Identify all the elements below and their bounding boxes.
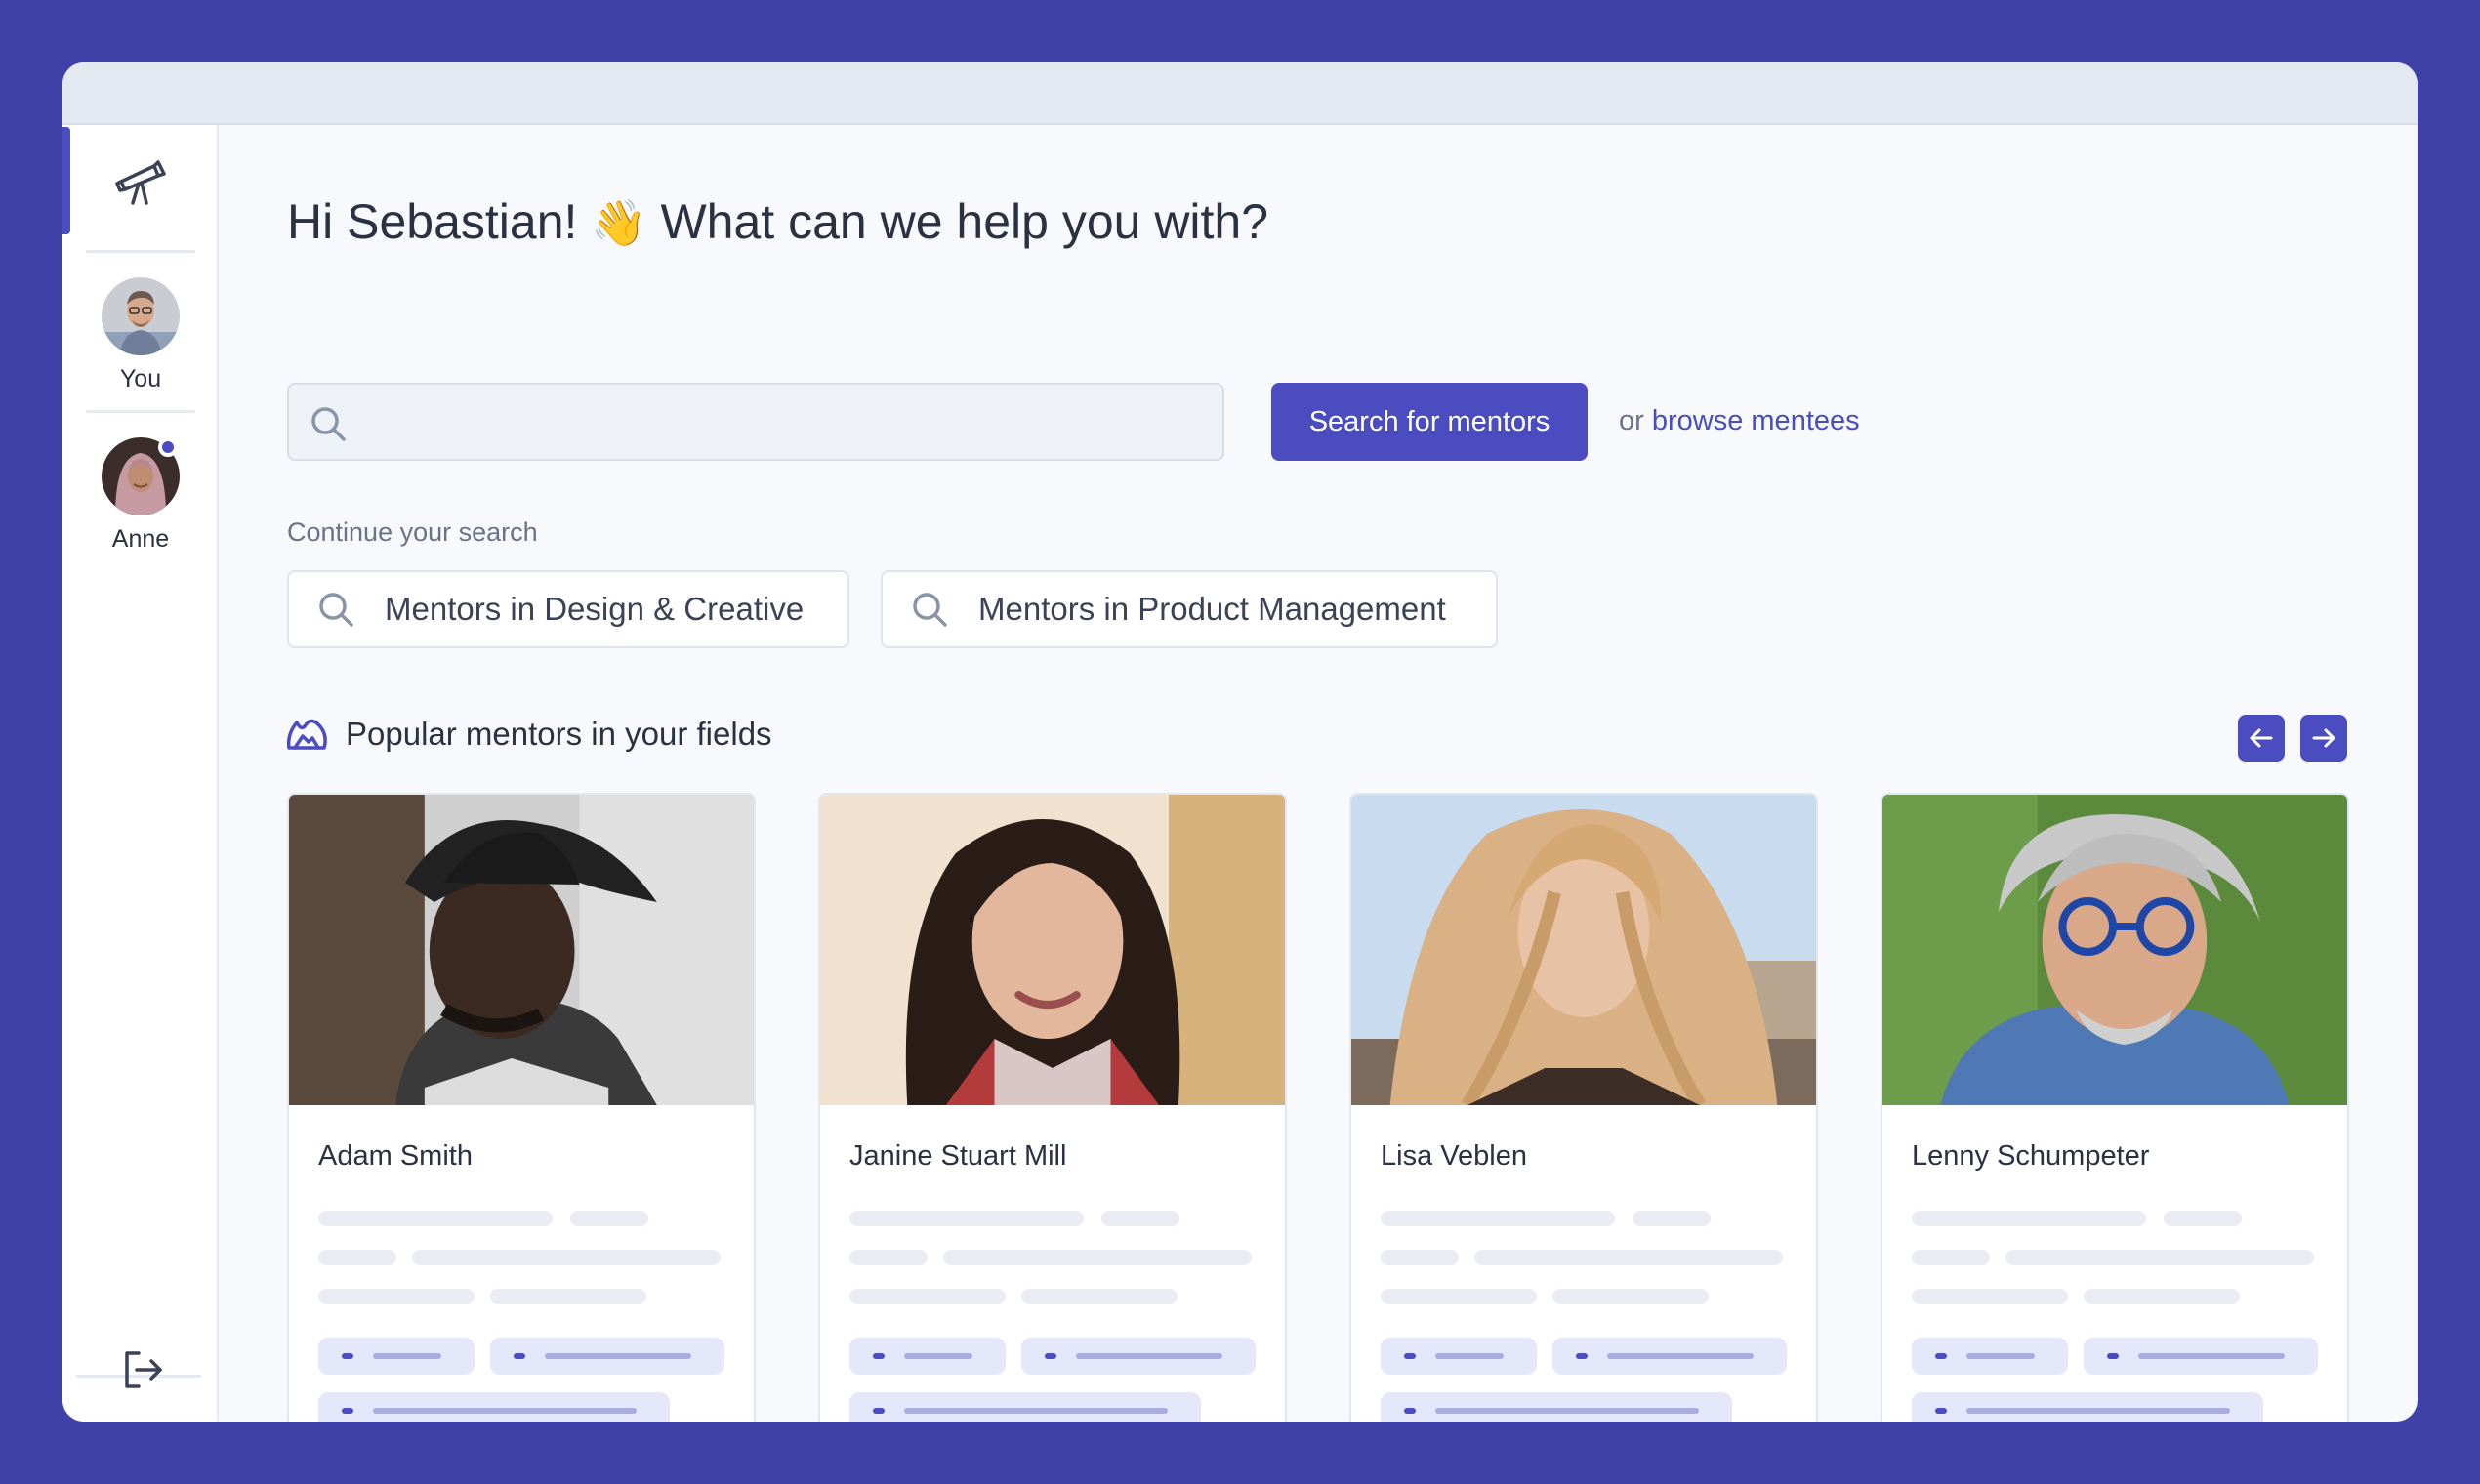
continue-search-label: Continue your search [287,517,538,547]
arrow-right-icon [2312,728,2335,748]
mentor-name: Janine Stuart Mill [849,1140,1067,1172]
sidebar-item-anne[interactable]: Anne [62,437,219,554]
mentor-card[interactable]: Lisa Veblen [1349,793,1818,1422]
mentor-name: Lenny Schumpeter [1912,1140,2150,1172]
search-icon [319,593,353,627]
skeleton-tag [1912,1338,2068,1375]
skeleton-tag [318,1392,670,1422]
skeleton-tag [849,1392,1201,1422]
skeleton-line [2084,1289,2240,1304]
recent-search-chip[interactable]: Mentors in Product Management [881,570,1498,648]
skeleton-line [1912,1250,1990,1265]
section-title-text: Popular mentors in your fields [346,716,772,752]
skeleton-line [1912,1289,2068,1304]
mentor-card[interactable]: Lenny Schumpeter [1881,793,2349,1422]
search-input[interactable] [367,385,1207,459]
main-content: Hi Sebastian! 👋 What can we help you wit… [219,125,2418,1422]
search-icon [913,593,947,627]
logout-icon[interactable] [119,1347,164,1392]
skeleton-line [1552,1289,1709,1304]
skeleton-line [1101,1211,1179,1226]
mentor-photo [289,795,754,1105]
greeting-question: What can we help you with? [660,194,1269,249]
chip-label: Mentors in Product Management [978,591,1446,627]
skeleton-line [318,1250,396,1265]
greeting-text: Hi Sebastian! [287,194,578,249]
skeleton-tag [849,1338,1006,1375]
skeleton-line [1381,1289,1537,1304]
arrow-left-icon [2250,728,2273,748]
skeleton-tag [490,1338,724,1375]
online-status-dot [158,437,178,457]
wave-icon: 👋 [591,197,647,248]
skeleton-line [412,1250,721,1265]
chip-label: Mentors in Design & Creative [385,591,805,627]
skeleton-line [849,1250,928,1265]
skeleton-line [318,1289,475,1304]
skeleton-line [1633,1211,1711,1226]
avatar [102,277,180,355]
skeleton-tag [1912,1392,2263,1422]
skeleton-tag [1381,1338,1537,1375]
sidebar-item-you[interactable]: You [62,277,219,393]
skeleton-line [2164,1211,2242,1226]
skeleton-tag [1552,1338,1787,1375]
skeleton-tag [1021,1338,1256,1375]
previous-button[interactable] [2238,715,2285,762]
mentor-card[interactable]: Janine Stuart Mill [818,793,1287,1422]
skeleton-line [570,1211,648,1226]
skeleton-tag [1381,1392,1732,1422]
recent-search-chip[interactable]: Mentors in Design & Creative [287,570,849,648]
skeleton-line [849,1289,1006,1304]
sidebar-divider [86,250,195,253]
mentor-name: Lisa Veblen [1381,1140,1527,1172]
browse-mentees: or browse mentees [1619,405,1860,437]
mentor-photo [1351,795,1816,1105]
sidebar-divider [86,410,195,413]
skeleton-line [849,1211,1084,1226]
next-button[interactable] [2300,715,2347,762]
skeleton-line [1912,1211,2146,1226]
skeleton-line [1474,1250,1783,1265]
sidebar-active-indicator [62,127,70,234]
skeleton-line [2005,1250,2314,1265]
sidebar-item-label: You [119,365,162,392]
search-icon [311,407,346,441]
skeleton-line [1021,1289,1178,1304]
browse-mentees-link[interactable]: browse mentees [1652,405,1860,436]
telescope-icon[interactable] [111,152,170,211]
mountain-icon [286,719,327,750]
skeleton-line [943,1250,1252,1265]
sidebar-item-label: Anne [111,525,170,553]
mentor-photo [1882,795,2347,1105]
skeleton-line [1381,1250,1459,1265]
page-title: Hi Sebastian! 👋 What can we help you wit… [287,193,1268,250]
skeleton-tag [2084,1338,2318,1375]
section-title: Popular mentors in your fields [283,711,772,758]
skeleton-tag [318,1338,475,1375]
skeleton-line [1381,1211,1615,1226]
app-window: You Anne Hi Sebastian! 👋 What can we hel… [62,62,2418,1422]
mentor-card[interactable]: Adam Smith [287,793,756,1422]
search-field[interactable] [287,383,1224,461]
window-titlebar [62,62,2418,125]
search-for-mentors-button[interactable]: Search for mentors [1271,383,1588,461]
browse-prefix: or [1619,405,1644,436]
mentor-photo [820,795,1285,1105]
skeleton-line [318,1211,553,1226]
skeleton-line [490,1289,646,1304]
sidebar: You Anne [62,125,219,1422]
mentor-name: Adam Smith [318,1140,473,1172]
